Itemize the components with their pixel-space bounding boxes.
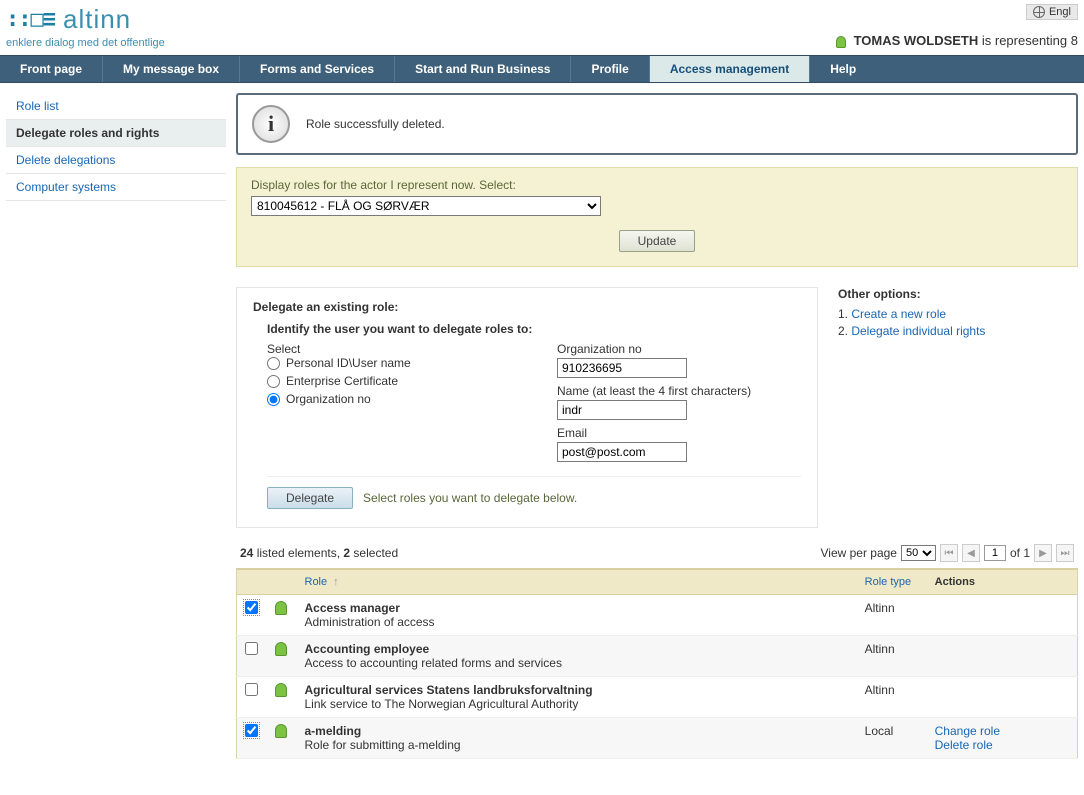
language-label: Engl — [1049, 6, 1071, 18]
actor-select-label: Display roles for the actor I represent … — [251, 178, 516, 192]
nav-item-my-message-box[interactable]: My message box — [103, 56, 240, 82]
org-no-input[interactable] — [557, 358, 687, 378]
email-label: Email — [557, 426, 801, 440]
options-title: Other options: — [838, 287, 1078, 301]
row-checkbox[interactable] — [245, 601, 258, 614]
action-delete-role[interactable]: Delete role — [935, 738, 1069, 752]
select-label: Select — [267, 342, 317, 356]
person-icon — [275, 683, 287, 697]
identify-radio-0[interactable] — [267, 357, 280, 370]
identify-radio-label-0: Personal ID\User name — [286, 356, 411, 370]
role-type: Altinn — [857, 677, 927, 718]
delegate-hint: Select roles you want to delegate below. — [363, 491, 577, 505]
create-role-link[interactable]: Create a new role — [851, 307, 946, 321]
per-page-select[interactable]: 50 — [901, 545, 936, 561]
table-row: Agricultural services Statens landbruksf… — [237, 677, 1078, 718]
role-name: a-melding — [305, 724, 849, 738]
role-desc: Access to accounting related forms and s… — [305, 656, 849, 670]
role-type: Local — [857, 718, 927, 759]
row-checkbox[interactable] — [245, 642, 258, 655]
col-role[interactable]: Role↑ — [297, 569, 857, 595]
role-type: Altinn — [857, 595, 927, 636]
page-number-input[interactable] — [984, 545, 1006, 561]
col-actions: Actions — [927, 569, 1078, 595]
identify-radio-label-1: Enterprise Certificate — [286, 374, 398, 388]
role-name: Agricultural services Statens landbruksf… — [305, 683, 849, 697]
first-page-button[interactable]: ⏮ — [940, 544, 958, 562]
person-icon — [275, 642, 287, 656]
actor-select[interactable]: 810045612 - FLÅ OG SØRVÆR — [251, 196, 601, 216]
person-icon — [275, 601, 287, 615]
main-nav: Front pageMy message boxForms and Servic… — [0, 55, 1084, 83]
row-checkbox[interactable] — [245, 683, 258, 696]
delegate-title: Delegate an existing role: — [253, 300, 801, 314]
action-change-role[interactable]: Change role — [935, 724, 1069, 738]
sidebar: Role listDelegate roles and rightsDelete… — [6, 93, 226, 759]
col-role-type[interactable]: Role type — [857, 569, 927, 595]
sidebar-item-delete-delegations[interactable]: Delete delegations — [6, 147, 226, 174]
user-representing-line: TOMAS WOLDSETH is representing 8 — [836, 33, 1078, 48]
delegate-button[interactable]: Delegate — [267, 487, 353, 509]
sidebar-item-computer-systems[interactable]: Computer systems — [6, 174, 226, 201]
opt1-prefix: 1. — [838, 307, 851, 321]
globe-icon — [1033, 6, 1045, 18]
info-alert: i Role successfully deleted. — [236, 93, 1078, 155]
table-row: Accounting employeeAccess to accounting … — [237, 636, 1078, 677]
role-desc: Administration of access — [305, 615, 849, 629]
name-label: Name (at least the 4 first characters) — [557, 384, 801, 398]
org-no-label: Organization no — [557, 342, 801, 356]
identify-radio-label-2: Organization no — [286, 392, 371, 406]
identify-radio-group: Personal ID\User name Enterprise Certific… — [267, 356, 527, 406]
nav-item-forms-and-services[interactable]: Forms and Services — [240, 56, 395, 82]
delegate-section: Delegate an existing role: Identify the … — [236, 287, 818, 528]
next-page-button[interactable]: ▶ — [1034, 544, 1052, 562]
nav-item-profile[interactable]: Profile — [571, 56, 649, 82]
sort-asc-icon: ↑ — [333, 576, 339, 588]
role-desc: Link service to The Norwegian Agricultur… — [305, 697, 849, 711]
table-row: a-meldingRole for submitting a-melding Lo… — [237, 718, 1078, 759]
identify-label: Identify the user you want to delegate r… — [267, 322, 801, 336]
list-count: 24 listed elements, 2 selected — [240, 546, 398, 560]
last-page-button[interactable]: ⏭ — [1056, 544, 1074, 562]
pager: View per page 50 ⏮ ◀ of 1 ▶ ⏭ — [820, 544, 1074, 562]
delegate-rights-link[interactable]: Delegate individual rights — [851, 324, 985, 338]
role-name: Access manager — [305, 601, 849, 615]
roles-table: Role↑ Role type Actions Access managerAd… — [236, 568, 1078, 759]
role-type: Altinn — [857, 636, 927, 677]
nav-item-help[interactable]: Help — [810, 56, 1084, 82]
nav-item-access-management[interactable]: Access management — [650, 56, 810, 82]
opt2-prefix: 2. — [838, 324, 851, 338]
identify-radio-1[interactable] — [267, 375, 280, 388]
prev-page-button[interactable]: ◀ — [962, 544, 980, 562]
info-icon: i — [252, 105, 290, 143]
row-checkbox[interactable] — [245, 724, 258, 737]
nav-item-front-page[interactable]: Front page — [0, 56, 103, 82]
page-of-label: of 1 — [1010, 546, 1030, 560]
email-input[interactable] — [557, 442, 687, 462]
logo-area: ::□≡ altinn enklere dialog med det offen… — [6, 4, 165, 49]
language-selector[interactable]: Engl — [1026, 4, 1078, 20]
identify-radio-2[interactable] — [267, 393, 280, 406]
role-name: Accounting employee — [305, 642, 849, 656]
user-suffix: is representing 8 — [978, 33, 1078, 48]
actor-select-panel: Display roles for the actor I represent … — [236, 167, 1078, 267]
table-row: Access managerAdministration of access Al… — [237, 595, 1078, 636]
nav-item-start-and-run-business[interactable]: Start and Run Business — [395, 56, 571, 82]
update-button[interactable]: Update — [619, 230, 696, 252]
sidebar-item-role-list[interactable]: Role list — [6, 93, 226, 120]
tagline: enklere dialog med det offentlige — [6, 37, 165, 49]
logo-mark: ::□≡ — [6, 7, 55, 32]
view-per-page-label: View per page — [820, 546, 897, 560]
user-icon — [836, 36, 846, 48]
name-input[interactable] — [557, 400, 687, 420]
role-desc: Role for submitting a-melding — [305, 738, 849, 752]
alert-text: Role successfully deleted. — [306, 117, 445, 131]
logo-text: altinn — [63, 4, 131, 35]
person-icon — [275, 724, 287, 738]
sidebar-item-delegate-roles-and-rights[interactable]: Delegate roles and rights — [6, 120, 226, 147]
other-options: Other options: 1. Create a new role 2. D… — [838, 287, 1078, 544]
user-name: TOMAS WOLDSETH — [854, 33, 979, 48]
